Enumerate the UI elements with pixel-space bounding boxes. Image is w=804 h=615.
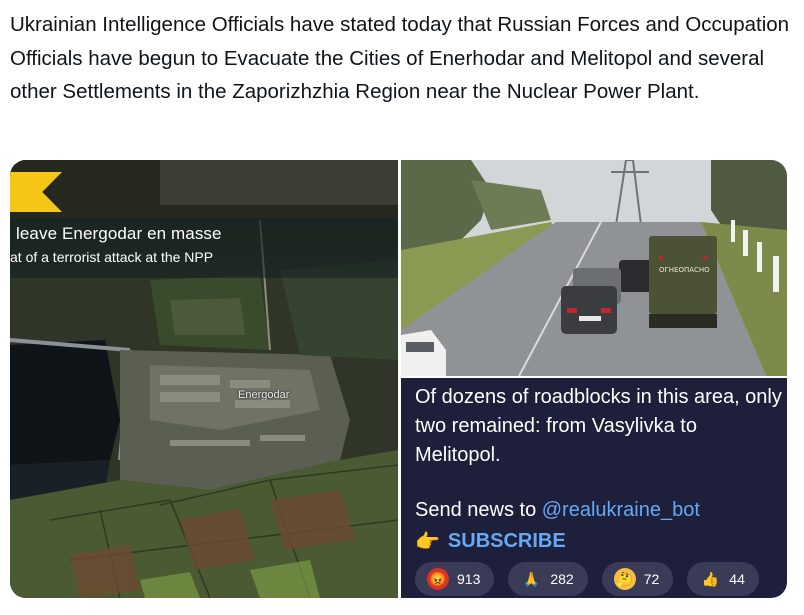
tweet-text: Ukrainian Intelligence Officials have st… xyxy=(10,13,790,103)
map-image[interactable]: leave Energodar en masse at of a terrori… xyxy=(10,160,398,598)
praying-hands-icon: 🙏 xyxy=(522,570,541,587)
reaction-count: 282 xyxy=(550,571,574,587)
bot-handle-link[interactable]: @realukraine_bot xyxy=(542,499,700,521)
send-news-line: Send news to @realukraine_bot xyxy=(415,499,700,522)
media-grid: leave Energodar en masse at of a terrori… xyxy=(10,160,787,598)
reaction-count: 72 xyxy=(643,571,660,587)
subscribe-link[interactable]: 👉 SUBSCRIBE xyxy=(415,529,566,554)
subscribe-label: SUBSCRIBE xyxy=(447,530,566,552)
map-subline: at of a terrorist attack at the NPP xyxy=(10,249,214,265)
reaction-think[interactable]: 🤔 72 xyxy=(601,562,674,596)
telegram-screenshot[interactable]: Of dozens of roadblocks in this area, on… xyxy=(401,378,787,598)
road-photo[interactable]: ОГНЕОПАСНО xyxy=(401,160,787,376)
reaction-count: 44 xyxy=(729,571,745,587)
reactions-bar: 😡 913 🙏 282 🤔 72 👍 44 xyxy=(415,562,773,596)
telegram-message: Of dozens of roadblocks in this area, on… xyxy=(415,386,782,466)
send-news-prefix: Send news to xyxy=(415,499,542,521)
map-headline: leave Energodar en masse xyxy=(16,224,222,243)
angry-face-icon: 😡 xyxy=(427,568,449,590)
reaction-pray[interactable]: 🙏 282 xyxy=(508,562,588,596)
reaction-thumbs-up[interactable]: 👍 44 xyxy=(687,562,759,596)
pointing-hand-icon: 👉 xyxy=(415,531,440,553)
road-photo-graphic xyxy=(401,160,787,376)
truck-label: ОГНЕОПАСНО xyxy=(659,266,710,274)
reaction-count: 913 xyxy=(457,571,481,587)
thumbs-up-icon: 👍 xyxy=(701,570,720,587)
thinking-face-icon: 🤔 xyxy=(613,568,636,590)
map-place-label: Energodar xyxy=(238,389,290,401)
reaction-angry[interactable]: 😡 913 xyxy=(415,562,495,596)
